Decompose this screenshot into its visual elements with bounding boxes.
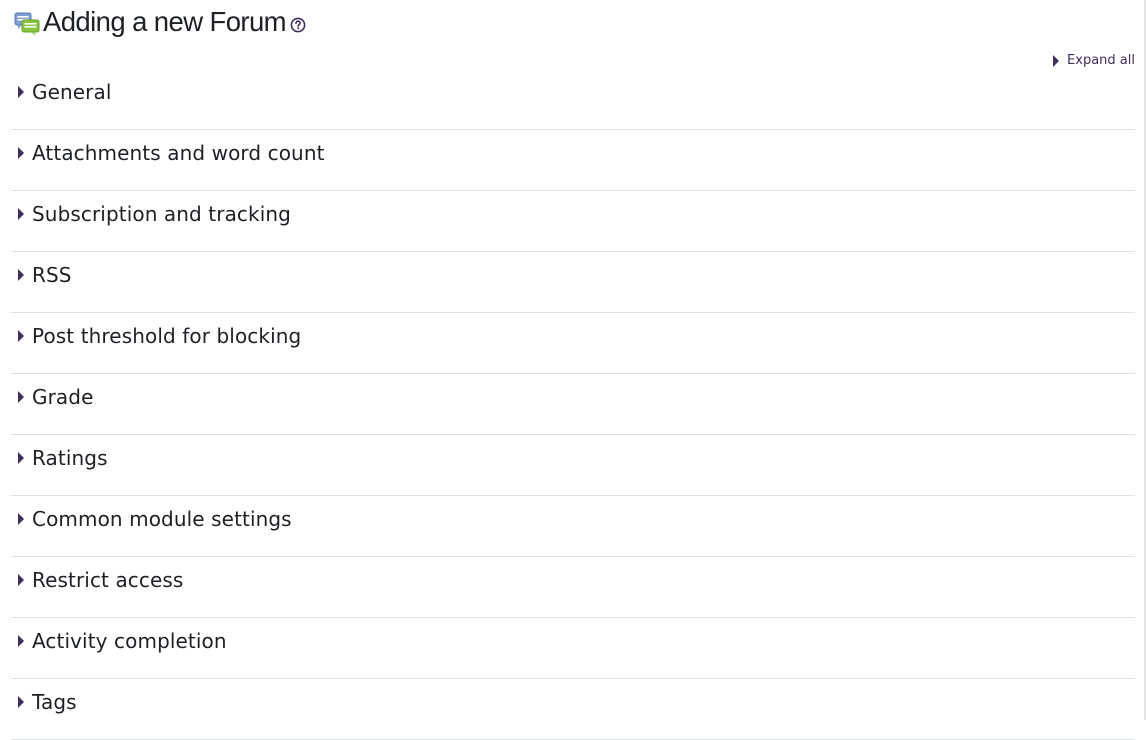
section-label: Restrict access <box>32 568 184 592</box>
section-label: Subscription and tracking <box>32 202 291 226</box>
section-common-module-settings[interactable]: Common module settings <box>11 496 1135 557</box>
section-header[interactable]: Activity completion <box>17 627 227 655</box>
forum-icon <box>14 12 40 36</box>
section-activity-completion[interactable]: Activity completion <box>11 618 1135 679</box>
caret-right-icon <box>18 452 24 464</box>
caret-right-icon <box>1053 54 1060 67</box>
section-restrict-access[interactable]: Restrict access <box>11 557 1135 618</box>
section-header[interactable]: Common module settings <box>17 505 292 533</box>
page-title: Adding a new Forum <box>43 6 287 37</box>
expand-all-link[interactable]: Expand all <box>1052 53 1135 68</box>
section-label: Activity completion <box>32 629 227 653</box>
section-ratings[interactable]: Ratings <box>11 435 1135 496</box>
caret-right-icon <box>18 391 24 403</box>
expand-all-label: Expand all <box>1067 53 1135 68</box>
caret-right-icon <box>18 330 24 342</box>
section-header[interactable]: RSS <box>17 261 72 289</box>
section-header[interactable]: Restrict access <box>17 566 183 594</box>
page-header: Adding a new Forum <box>14 5 306 39</box>
help-icon[interactable] <box>290 17 306 33</box>
section-header[interactable]: General <box>17 78 112 106</box>
form-sections: General Attachments and word count Subsc… <box>11 69 1135 740</box>
caret-right-icon <box>18 635 24 647</box>
caret-right-icon <box>18 86 24 98</box>
section-header[interactable]: Post threshold for blocking <box>17 322 301 350</box>
caret-right-icon <box>18 696 24 708</box>
section-header[interactable]: Ratings <box>17 444 108 472</box>
caret-right-icon <box>18 513 24 525</box>
section-general[interactable]: General <box>11 69 1135 130</box>
caret-right-icon <box>18 208 24 220</box>
caret-right-icon <box>18 269 24 281</box>
section-grade[interactable]: Grade <box>11 374 1135 435</box>
section-subscription[interactable]: Subscription and tracking <box>11 191 1135 252</box>
section-rss[interactable]: RSS <box>11 252 1135 313</box>
section-label: Grade <box>32 385 94 409</box>
caret-right-icon <box>18 574 24 586</box>
section-label: Tags <box>32 690 77 714</box>
section-header[interactable]: Grade <box>17 383 93 411</box>
section-header[interactable]: Subscription and tracking <box>17 200 291 228</box>
section-label: Post threshold for blocking <box>32 324 302 348</box>
section-attachments[interactable]: Attachments and word count <box>11 130 1135 191</box>
section-label: Common module settings <box>32 507 292 531</box>
section-label: Ratings <box>32 446 108 470</box>
section-header[interactable]: Tags <box>17 688 77 716</box>
section-tags[interactable]: Tags <box>11 679 1135 740</box>
section-header[interactable]: Attachments and word count <box>17 139 325 167</box>
section-label: General <box>32 80 112 104</box>
caret-right-icon <box>18 147 24 159</box>
section-label: Attachments and word count <box>32 141 325 165</box>
section-label: RSS <box>32 263 72 287</box>
section-post-threshold[interactable]: Post threshold for blocking <box>11 313 1135 374</box>
